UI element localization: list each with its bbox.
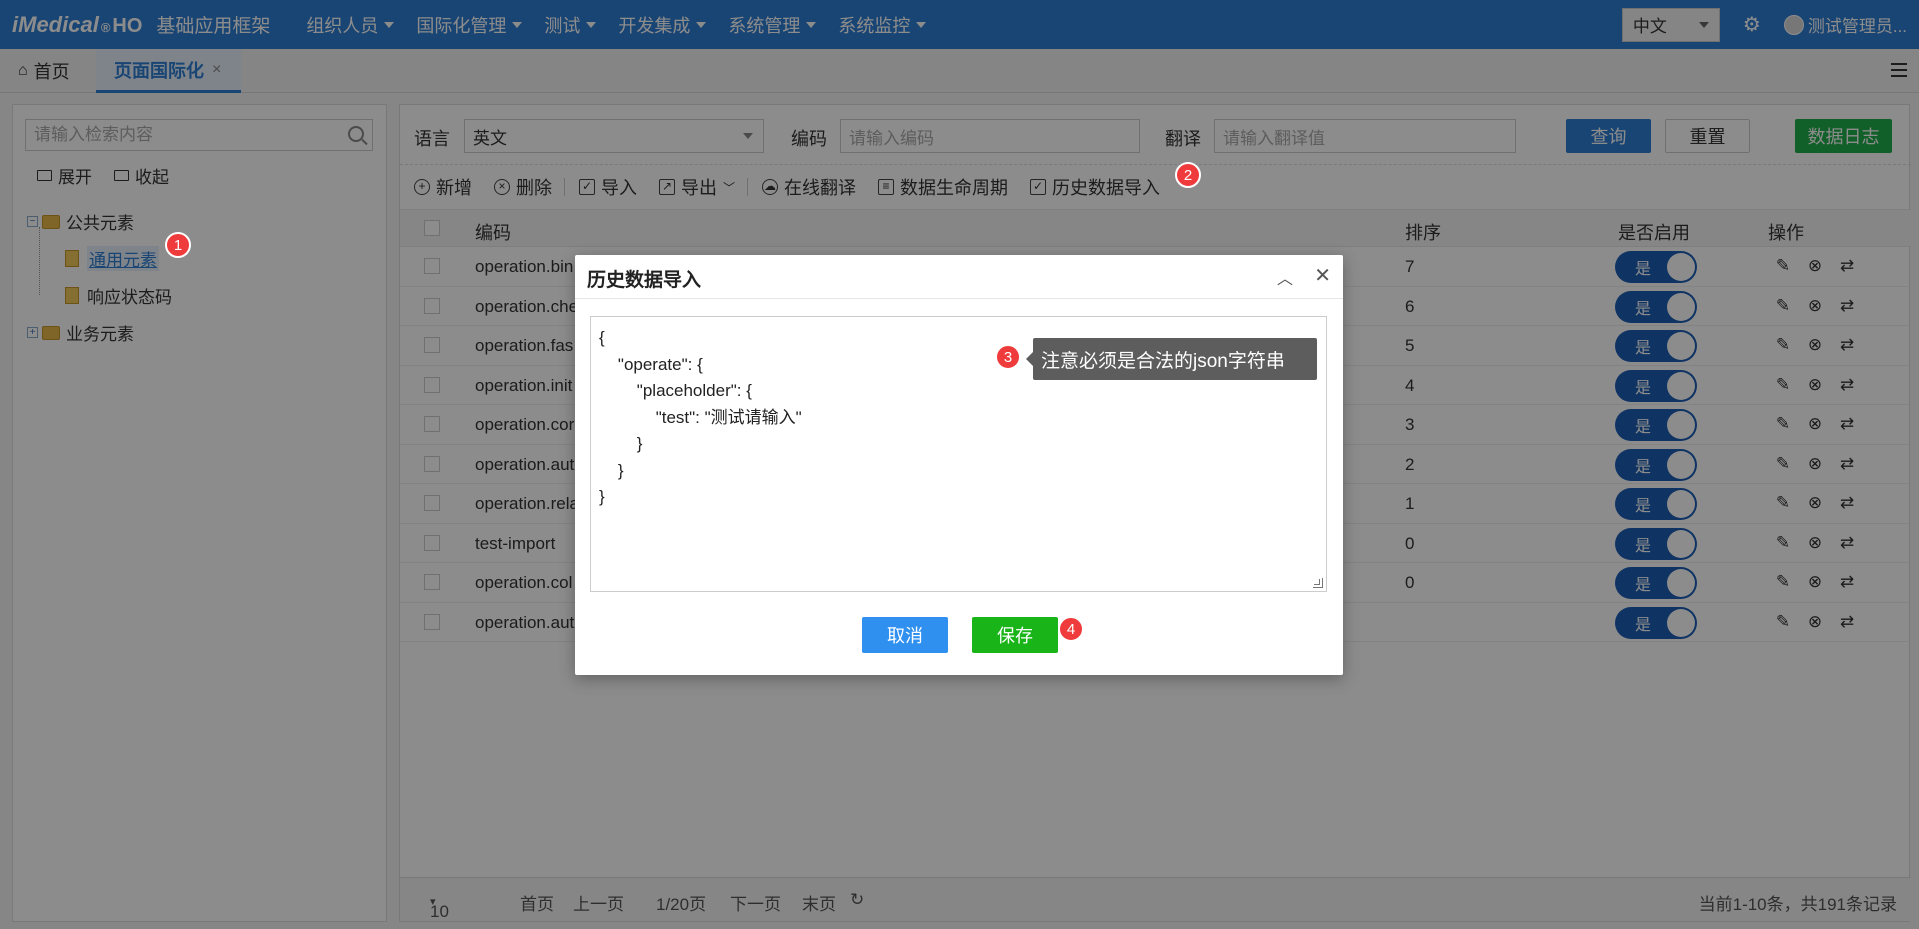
- dialog-title: 历史数据导入: [587, 270, 702, 291]
- chevron-up-icon[interactable]: ︿: [1277, 265, 1293, 289]
- step-badge-2: 2: [1175, 162, 1201, 188]
- close-icon[interactable]: ✕: [1314, 263, 1331, 288]
- json-hint-tooltip: 注意必须是合法的json字符串: [1026, 338, 1317, 380]
- resize-handle-icon[interactable]: [1313, 578, 1323, 588]
- step-badge-1: 1: [165, 232, 191, 258]
- step-badge-3: 3: [995, 344, 1021, 370]
- dialog-header: 历史数据导入 ︿ ✕: [575, 255, 1343, 299]
- history-import-dialog: 历史数据导入 ︿ ✕ { "operate": { "placeholder":…: [575, 255, 1343, 675]
- step-badge-4: 4: [1058, 616, 1084, 642]
- cancel-button[interactable]: 取消: [862, 617, 948, 653]
- save-button[interactable]: 保存: [972, 617, 1058, 653]
